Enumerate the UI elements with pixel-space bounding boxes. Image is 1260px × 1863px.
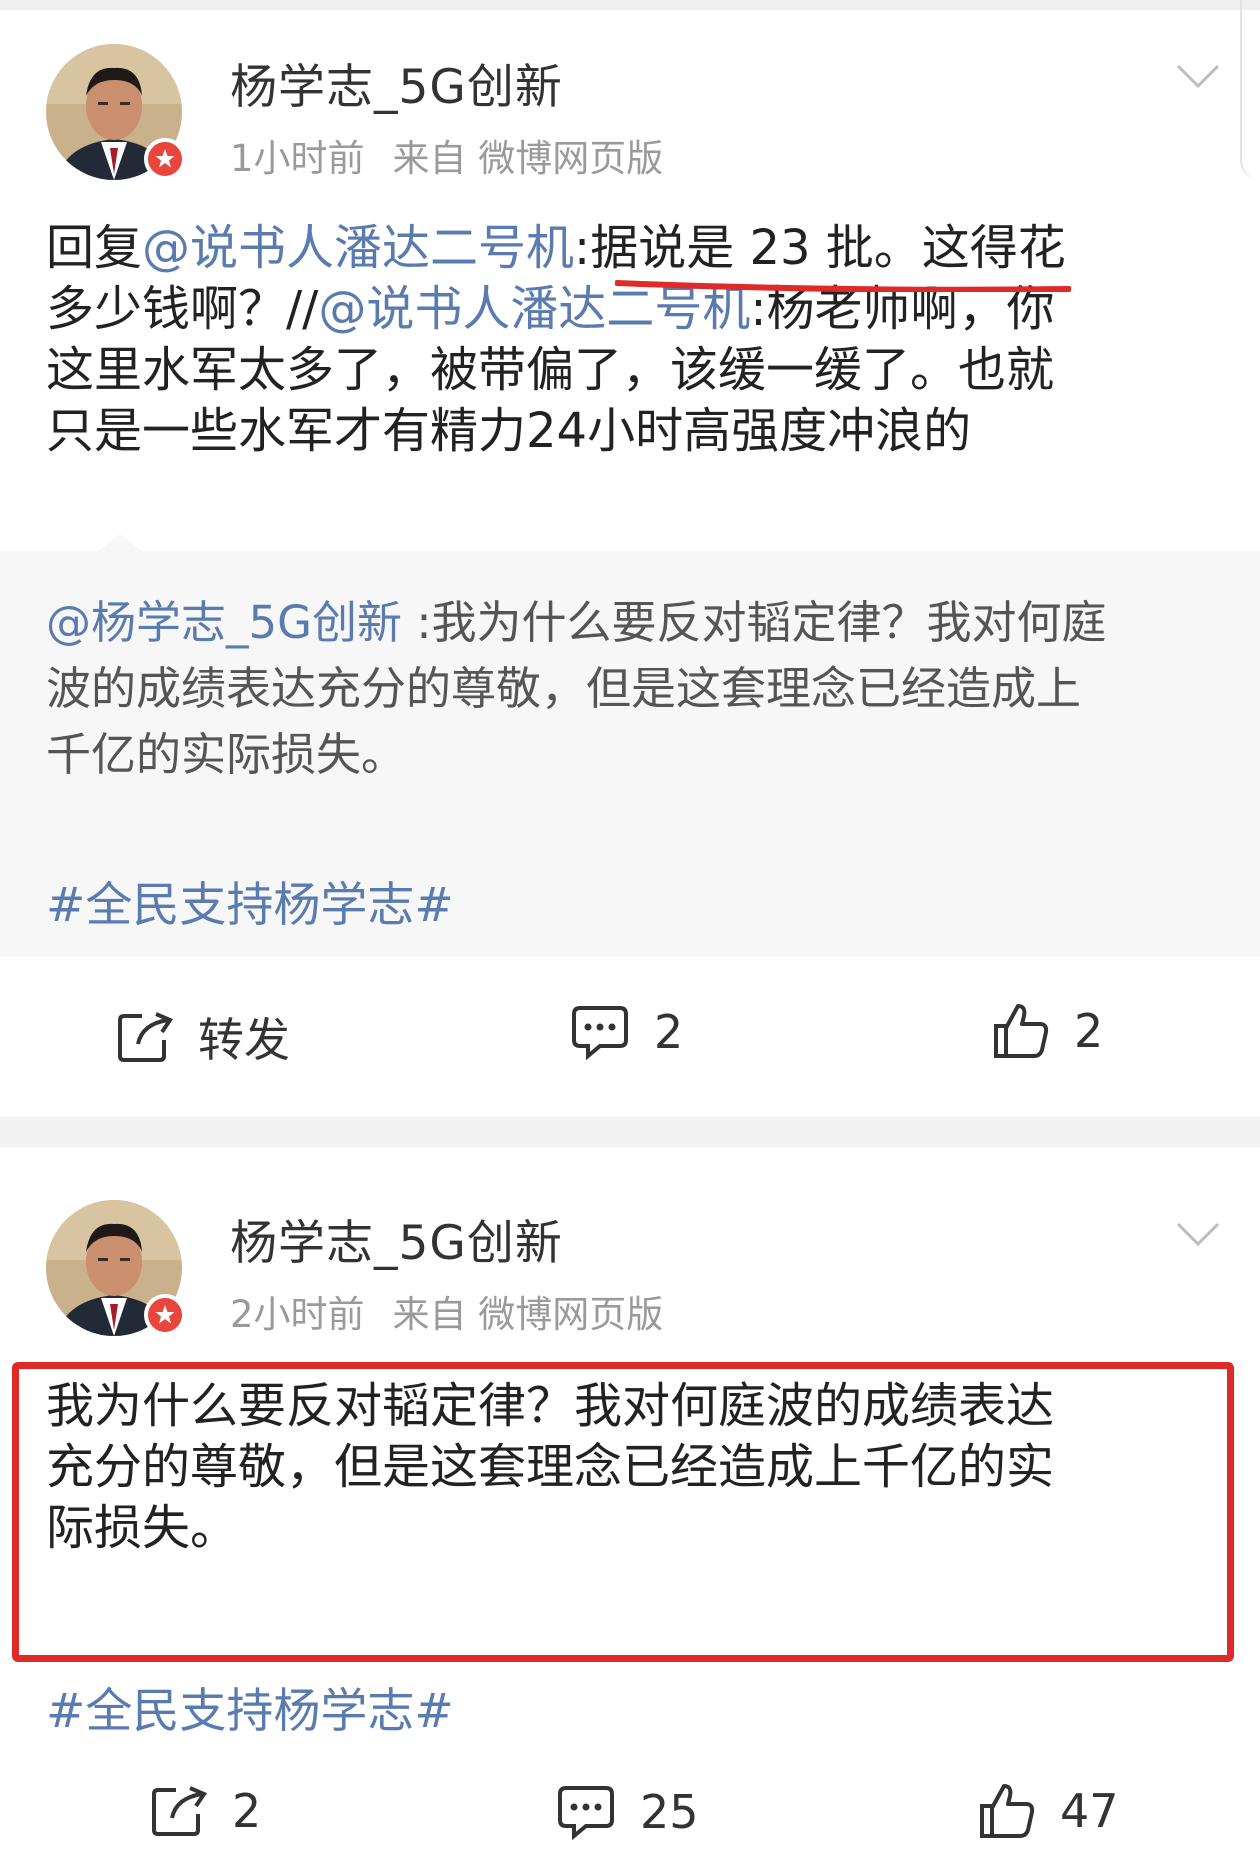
retweet-line: @杨学志_5G创新 :我为什么要反对韬定律？我对何庭 (46, 590, 1236, 656)
repost-button[interactable]: 转发 (116, 1004, 290, 1070)
post-time: 1小时前 (230, 137, 365, 180)
comment-count: 2 (654, 1005, 684, 1059)
username[interactable]: 杨学志_5G创新 (230, 48, 563, 117)
like-count: 47 (1060, 1784, 1119, 1838)
post-body-line: 际损失。 (46, 1500, 239, 1556)
comment-icon (558, 1786, 614, 1840)
feed-top-divider (0, 0, 1260, 10)
post-time: 2小时前 (230, 1293, 365, 1336)
comment-icon (572, 1006, 628, 1060)
post-body-line: 这里水军太多了，被带偏了，该缓一缓了。也就 (46, 342, 1055, 398)
post-source: 来自 微博网页版 (392, 137, 664, 180)
red-underline-annotation (615, 280, 1071, 292)
post-body-line: 回复@说书人潘达二号机:据说是 23 批。这得花 (46, 218, 1226, 279)
post-body-text: :据说是 23 批。这得花 (574, 220, 1066, 276)
retweet-line: 波的成绩表达充分的尊敬，但是这套理念已经造成上 (46, 662, 1082, 715)
post-meta: 1小时前 来自 微博网页版 (230, 128, 663, 182)
retweet-body: :我为什么要反对韬定律？我对何庭 (402, 596, 1107, 649)
like-button[interactable]: 2 (992, 1002, 1103, 1060)
share-icon (152, 1786, 207, 1836)
retweet-text: @杨学志_5G创新 :我为什么要反对韬定律？我对何庭 波的成绩表达充分的尊敬，但… (46, 590, 1236, 788)
thumbs-up-icon (994, 1004, 1049, 1058)
post-body-line: 充分的尊敬，但是这套理念已经造成上千亿的实 (46, 1439, 1055, 1495)
post-meta: 2小时前 来自 微博网页版 (230, 1284, 663, 1338)
post-body-line: 只是一些水军才有精力24小时高强度冲浪的 (46, 403, 972, 459)
reply-prefix: 回复 (46, 220, 143, 276)
comment-button[interactable]: 25 (556, 1784, 699, 1840)
retweet-notch (96, 534, 144, 552)
post-body: 我为什么要反对韬定律？我对何庭波的成绩表达 充分的尊敬，但是这套理念已经造成上千… (46, 1376, 1226, 1559)
like-button[interactable]: 47 (978, 1782, 1119, 1840)
avatar[interactable] (46, 1200, 186, 1336)
verified-badge-icon (144, 1294, 186, 1336)
repost-label: 转发 (198, 1013, 290, 1067)
thumbs-up-icon (980, 1784, 1035, 1838)
topic-hashtag[interactable]: #全民支持杨学志# (46, 866, 454, 935)
avatar[interactable] (46, 44, 186, 180)
mention-link[interactable]: @杨学志_5G创新 (46, 596, 402, 649)
chevron-down-icon[interactable] (1176, 1222, 1220, 1248)
verified-badge-icon (144, 138, 186, 180)
feed-separator (0, 1117, 1260, 1147)
retweet-line: 千亿的实际损失。 (46, 728, 407, 781)
like-count: 2 (1074, 1004, 1104, 1058)
post-source: 来自 微博网页版 (392, 1293, 664, 1336)
comment-button[interactable]: 2 (570, 1004, 683, 1060)
post-body-line: 我为什么要反对韬定律？我对何庭波的成绩表达 (46, 1378, 1055, 1434)
chevron-down-icon[interactable] (1176, 64, 1220, 90)
share-icon (118, 1012, 173, 1062)
username[interactable]: 杨学志_5G创新 (230, 1204, 563, 1273)
post-body-text: 多少钱啊？// (46, 281, 319, 337)
post-body: 回复@说书人潘达二号机:据说是 23 批。这得花 多少钱啊？//@说书人潘达二号… (46, 218, 1226, 462)
screen-edge-curve (1240, 0, 1260, 180)
topic-hashtag[interactable]: #全民支持杨学志# (46, 1672, 454, 1741)
mention-link[interactable]: @说书人潘达二号机 (142, 220, 574, 276)
repost-button[interactable]: 2 (150, 1784, 261, 1838)
comment-count: 25 (640, 1785, 699, 1839)
repost-count: 2 (232, 1784, 262, 1838)
